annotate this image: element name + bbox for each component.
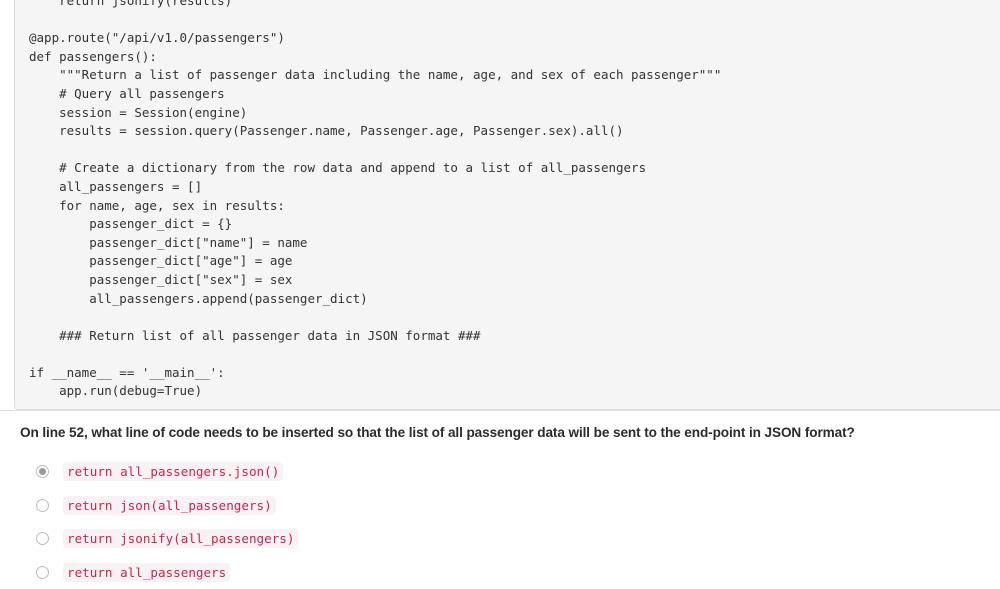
answer-option-label: return json(all_passengers) bbox=[63, 495, 276, 515]
answer-options-list: return all_passengers.json()return json(… bbox=[20, 455, 980, 589]
answer-option-1[interactable]: return all_passengers.json() bbox=[20, 455, 980, 489]
code-block-panel: return jsonify(results) @app.route("/api… bbox=[14, 0, 1000, 410]
answer-option-label: return all_passengers bbox=[63, 563, 231, 583]
radio-button-icon[interactable] bbox=[36, 566, 49, 580]
answer-option-3[interactable]: return jsonify(all_passengers) bbox=[20, 522, 980, 556]
answer-option-label: return all_passengers.json() bbox=[63, 462, 284, 482]
radio-button-icon[interactable] bbox=[36, 532, 49, 546]
section-divider bbox=[0, 410, 1000, 411]
answer-option-4[interactable]: return all_passengers bbox=[20, 556, 980, 589]
radio-button-icon[interactable] bbox=[36, 465, 49, 479]
radio-button-icon[interactable] bbox=[36, 498, 49, 512]
question-text: On line 52, what line of code needs to b… bbox=[20, 425, 855, 440]
answer-option-2[interactable]: return json(all_passengers) bbox=[20, 489, 980, 523]
answer-option-label: return jsonify(all_passengers) bbox=[63, 529, 299, 549]
python-code-text: return jsonify(results) @app.route("/api… bbox=[29, 0, 722, 399]
